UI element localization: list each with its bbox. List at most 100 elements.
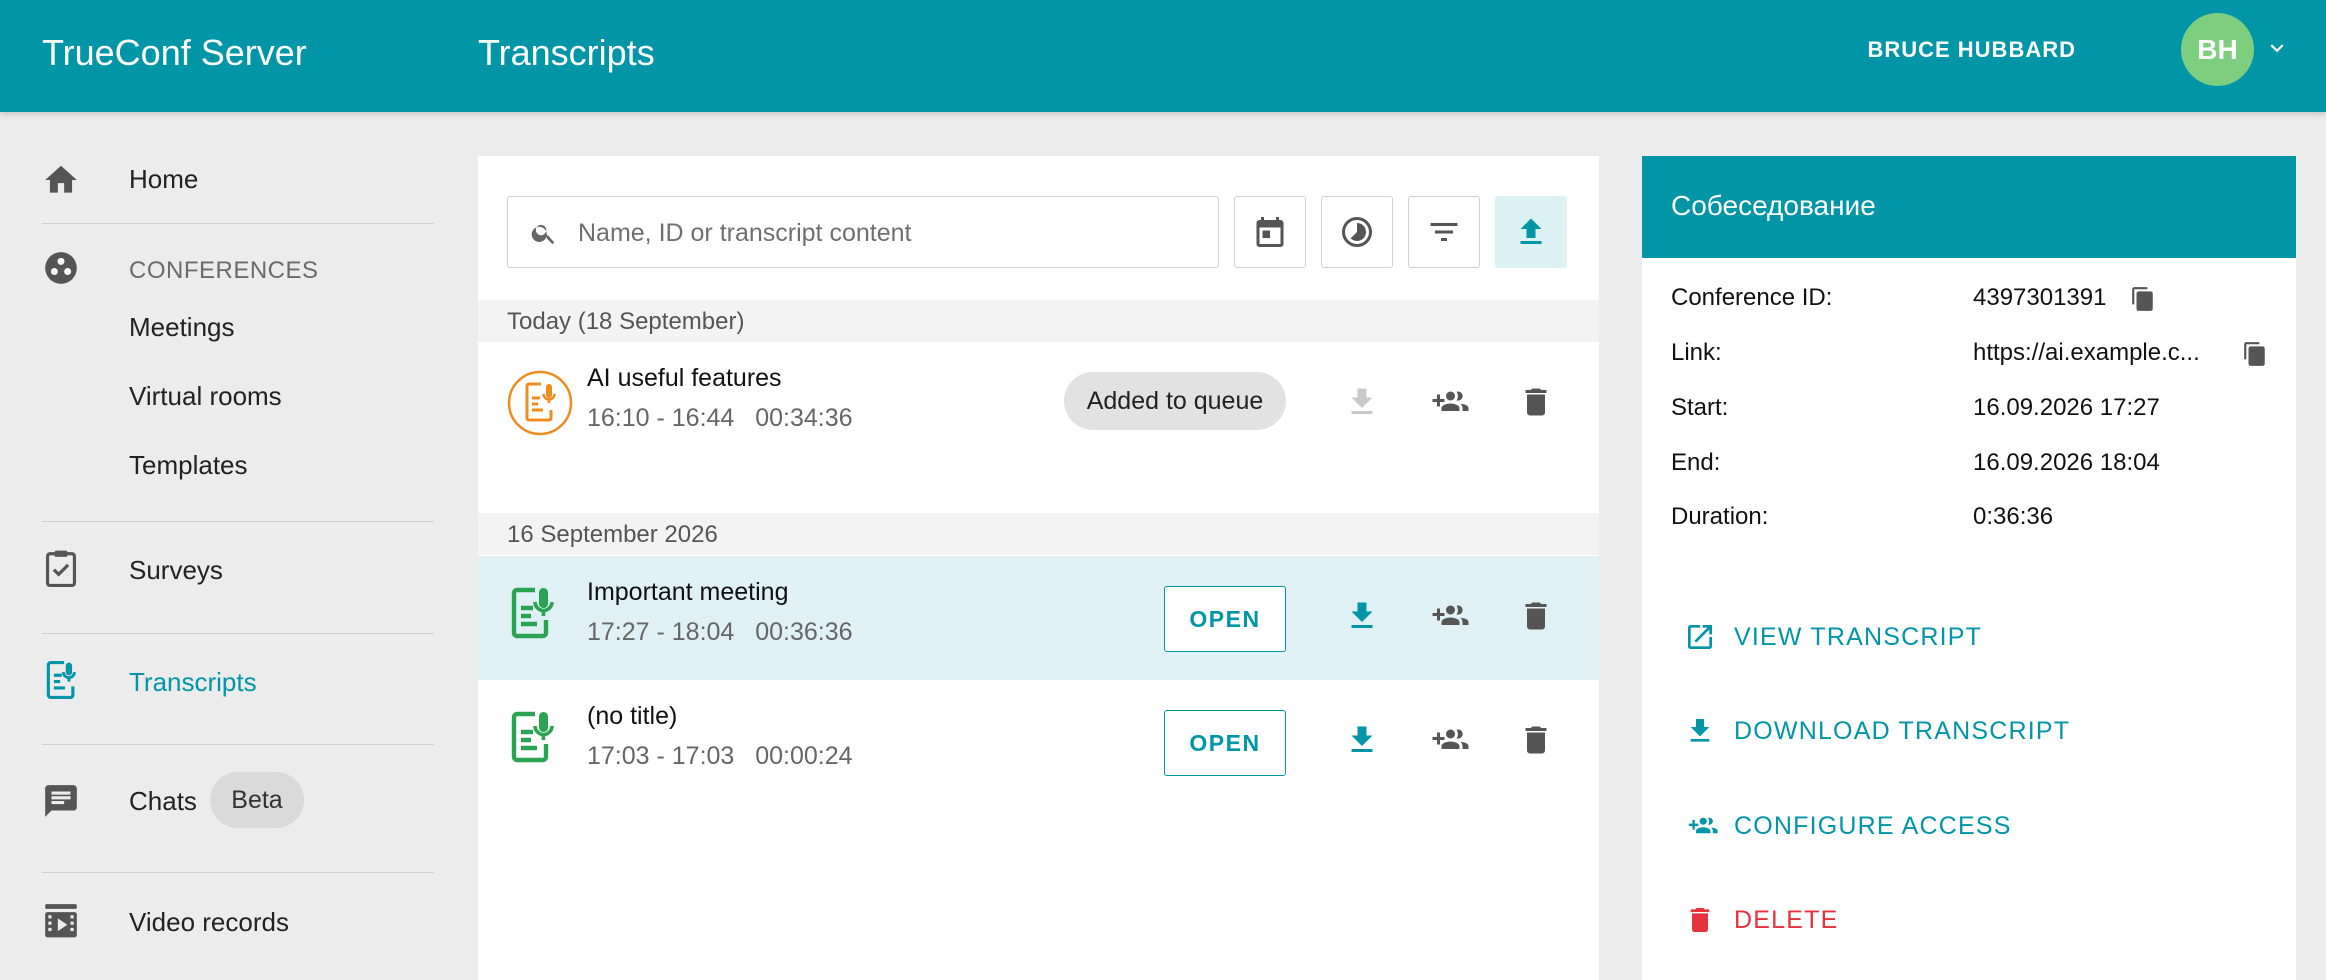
calendar-icon [1252, 214, 1288, 250]
clipboard-check-icon [42, 547, 80, 589]
end-label: End: [1671, 449, 1721, 476]
transcripts-list-panel: Today (18 September) AI useful features … [478, 156, 1599, 980]
link-value[interactable]: https://ai.example.c... [1973, 339, 2200, 367]
sidebar-item-home[interactable]: Home [0, 159, 460, 199]
transcript-time: 17:03 - 17:03 [587, 742, 735, 770]
configure-access-label: CONFIGURE ACCESS [1734, 811, 2012, 840]
sidebar-item-transcripts[interactable]: Transcripts [0, 657, 460, 705]
conference-id-label: Conference ID: [1671, 284, 1833, 311]
details-title: Собеседование [1671, 190, 1876, 221]
transcript-ready-icon [507, 584, 559, 640]
transcript-meta: 16:10 - 16:44 00:34:36 [587, 404, 853, 433]
delete-icon [1684, 904, 1716, 936]
divider [42, 521, 434, 522]
top-bar: TrueConf Server Transcripts BRUCE HUBBAR… [0, 0, 2326, 112]
divider [42, 744, 434, 745]
download-icon[interactable] [1344, 598, 1380, 634]
transcript-time: 16:10 - 16:44 [587, 404, 735, 432]
user-name[interactable]: BRUCE HUBBARD [1867, 37, 2076, 63]
transcript-title: AI useful features [587, 364, 782, 392]
sidebar-item-meetings[interactable]: Meetings [129, 312, 235, 343]
transcript-duration: 00:34:36 [755, 404, 853, 432]
transcript-meta: 17:03 - 17:03 00:00:24 [587, 742, 853, 771]
home-icon [42, 161, 80, 199]
duration-label: Duration: [1671, 503, 1769, 530]
delete-label: DELETE [1734, 905, 1839, 934]
sidebar-item-label: Surveys [129, 555, 223, 585]
transcript-row[interactable]: AI useful features 16:10 - 16:44 00:34:3… [478, 342, 1599, 466]
sidebar-item-label: Transcripts [129, 667, 257, 697]
transcript-ready-icon [507, 708, 559, 764]
filter-button[interactable] [1408, 196, 1480, 268]
delete-icon[interactable] [1518, 722, 1554, 758]
link-label: Link: [1671, 339, 1722, 366]
share-access-icon [1684, 811, 1720, 841]
delete-icon[interactable] [1518, 598, 1554, 634]
divider [42, 633, 434, 634]
download-transcript-button[interactable]: DOWNLOAD TRANSCRIPT [1684, 711, 2069, 751]
date-filter-button[interactable] [1234, 196, 1306, 268]
transcript-title: Important meeting [587, 578, 789, 606]
share-access-icon[interactable] [1426, 598, 1472, 634]
group-header: 16 September 2026 [478, 513, 1599, 555]
sidebar-item-chats[interactable]: Chats Beta [0, 772, 460, 828]
transcript-icon [42, 659, 80, 701]
sidebar-item-video-records[interactable]: Video records [0, 897, 460, 945]
divider [42, 872, 434, 873]
transcript-meta: 17:27 - 18:04 00:36:36 [587, 618, 853, 647]
group-header-label: Today (18 September) [507, 308, 745, 335]
conferences-icon [42, 249, 80, 287]
copy-icon[interactable] [2242, 341, 2268, 367]
sidebar-item-templates[interactable]: Templates [129, 450, 248, 481]
avatar[interactable]: BH [2181, 13, 2254, 86]
transcript-duration: 00:36:36 [755, 618, 853, 646]
video-records-icon [42, 899, 80, 941]
sidebar-item-virtual-rooms[interactable]: Virtual rooms [129, 381, 282, 412]
open-in-new-icon [1684, 621, 1716, 653]
details-header: Собеседование [1642, 156, 2296, 258]
download-icon [1344, 384, 1380, 420]
transcript-duration: 00:00:24 [755, 742, 853, 770]
start-label: Start: [1671, 394, 1729, 421]
group-header-label: 16 September 2026 [507, 521, 718, 548]
conferences-section-label: CONFERENCES [129, 257, 319, 284]
beta-badge: Beta [210, 772, 304, 828]
view-transcript-label: VIEW TRANSCRIPT [1734, 622, 1983, 651]
sidebar: Home CONFERENCES Meetings Virtual rooms … [0, 112, 460, 980]
transcript-row[interactable]: (no title) 17:03 - 17:03 00:00:24 OPEN [478, 680, 1599, 804]
sidebar-item-label: Video records [129, 907, 289, 937]
copy-icon[interactable] [2130, 286, 2156, 312]
page-title: Transcripts [478, 32, 655, 73]
transcript-processing-icon [507, 370, 573, 436]
delete-icon[interactable] [1518, 384, 1554, 420]
sidebar-item-label: Home [129, 164, 199, 194]
share-access-icon[interactable] [1426, 384, 1472, 420]
configure-access-button[interactable]: CONFIGURE ACCESS [1684, 806, 2010, 846]
download-icon[interactable] [1344, 722, 1380, 758]
app-name[interactable]: TrueConf Server [42, 32, 307, 74]
sidebar-item-surveys[interactable]: Surveys [0, 547, 460, 591]
open-button[interactable]: OPEN [1164, 710, 1286, 776]
open-button[interactable]: OPEN [1164, 586, 1286, 652]
transcript-time: 17:27 - 18:04 [587, 618, 735, 646]
search-box[interactable] [507, 196, 1219, 268]
upload-icon [1513, 214, 1549, 250]
share-access-icon[interactable] [1426, 722, 1472, 758]
download-transcript-label: DOWNLOAD TRANSCRIPT [1734, 716, 2071, 745]
duration-value: 0:36:36 [1973, 503, 2054, 530]
delete-button[interactable]: DELETE [1684, 900, 1837, 940]
download-icon [1684, 715, 1716, 747]
view-transcript-button[interactable]: VIEW TRANSCRIPT [1684, 617, 1981, 657]
transcript-details-panel: Собеседование Conference ID: 4397301391 … [1642, 156, 2296, 980]
chevron-down-icon[interactable] [2264, 35, 2290, 61]
chat-icon [42, 782, 80, 820]
upload-button[interactable] [1495, 196, 1567, 268]
timelapse-icon [1339, 214, 1375, 250]
end-value: 16.09.2026 18:04 [1973, 449, 2160, 476]
search-input[interactable] [576, 211, 1200, 255]
start-value: 16.09.2026 17:27 [1973, 394, 2160, 421]
group-header: Today (18 September) [478, 300, 1599, 342]
duration-filter-button[interactable] [1321, 196, 1393, 268]
divider [42, 223, 434, 224]
transcript-row[interactable]: Important meeting 17:27 - 18:04 00:36:36… [478, 556, 1599, 680]
